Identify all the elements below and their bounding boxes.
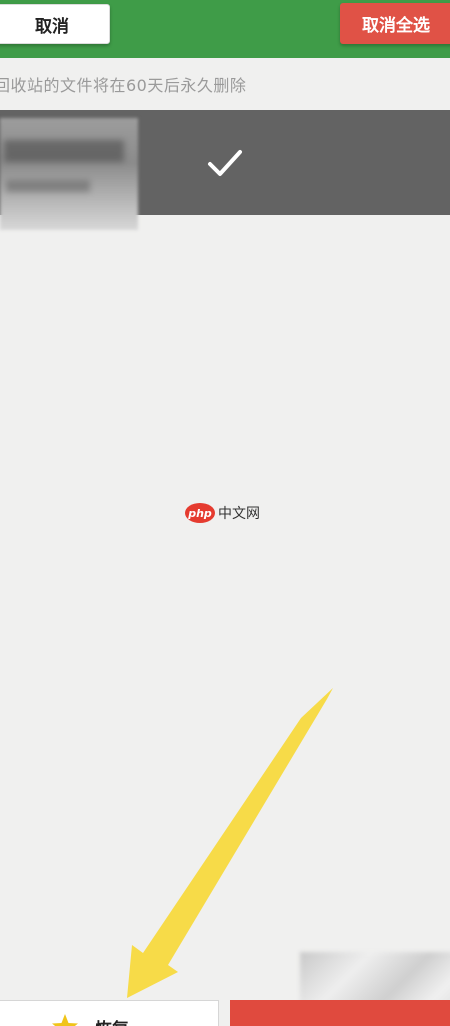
deselect-all-button[interactable]: 取消全选 <box>340 3 450 44</box>
check-icon[interactable] <box>205 146 245 180</box>
cancel-button[interactable]: 取消 <box>0 4 110 44</box>
watermark: php 中文网 <box>185 501 260 525</box>
blurred-file-meta <box>6 180 90 192</box>
delete-button[interactable] <box>230 1000 450 1026</box>
watermark-logo: php <box>185 503 215 523</box>
selection-toolbar: 取消 取消全选 <box>0 0 450 58</box>
retention-notice: 回收站的文件将在60天后永久删除 <box>0 76 247 95</box>
restore-label: 恢复 <box>95 1015 129 1026</box>
file-thumbnail <box>0 118 138 230</box>
blurred-filename <box>4 140 124 162</box>
recycle-bin-screen: 取消 取消全选 回收站的文件将在60天后永久删除 php 中文网 恢复 <box>0 0 450 1026</box>
star-icon <box>52 1014 78 1026</box>
watermark-text: 中文网 <box>218 506 260 522</box>
restore-button[interactable]: 恢复 <box>0 1000 219 1026</box>
